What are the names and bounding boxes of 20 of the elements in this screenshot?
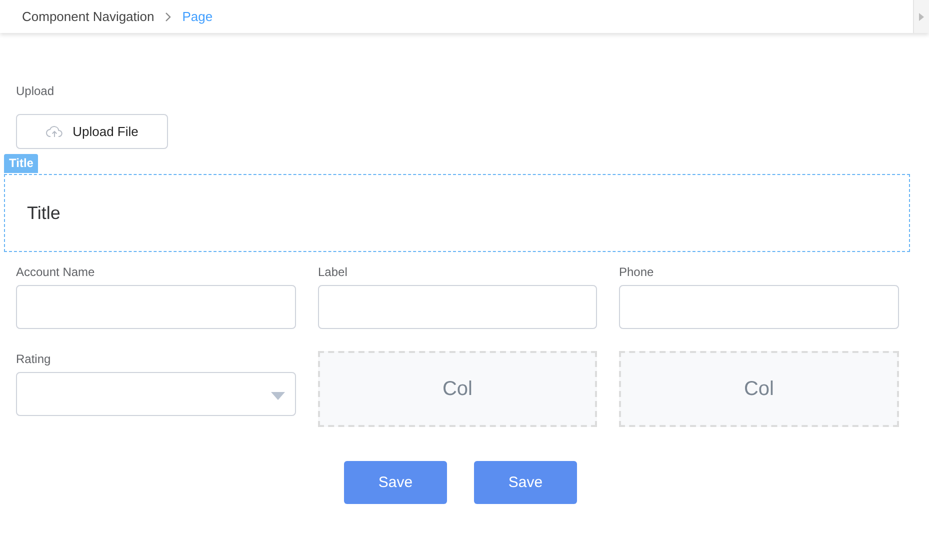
column-label: Col <box>442 378 472 400</box>
breadcrumb-link[interactable]: Page <box>182 9 213 24</box>
field-label: Label <box>318 265 348 281</box>
field-label: Account Name <box>16 265 96 281</box>
save-button[interactable]: Save <box>344 461 447 504</box>
upload-label: Upload <box>16 84 56 98</box>
column-label: Col <box>744 378 774 400</box>
input-field[interactable] <box>619 285 899 329</box>
upload-button[interactable]: Upload File <box>16 114 168 149</box>
input-field[interactable] <box>16 285 296 329</box>
cloud-upload-icon <box>46 125 63 138</box>
field-label: Phone <box>619 265 655 281</box>
select-field[interactable] <box>16 372 296 416</box>
field-label: Rating <box>16 352 52 368</box>
section-tag: Title <box>4 154 38 173</box>
caret-icon <box>271 392 285 400</box>
breadcrumb-link[interactable]: Component Navigation <box>22 9 154 24</box>
input-field[interactable] <box>318 285 597 329</box>
section-title: Title <box>27 202 60 224</box>
save-button[interactable]: Save <box>474 461 577 504</box>
